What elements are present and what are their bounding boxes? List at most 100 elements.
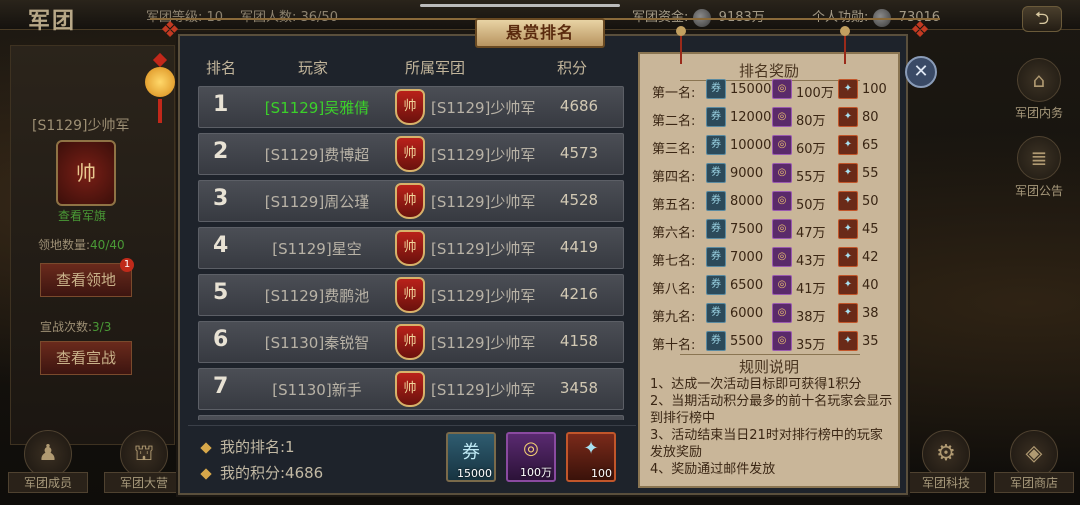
corner-ornament-icon: ❖ [160,18,180,43]
reward-row: 第八名: 券 6500 ◎ 41万 ✦ 40 [648,274,898,298]
player-name: [S1129]周公瑾 [264,193,370,211]
nav-legion-camp[interactable]: ⛫ 军团大营 [104,430,184,493]
gem-amount: 45 [862,222,879,237]
player-name: [S1129]吴雅倩 [264,99,370,117]
gem-reward[interactable]: ✦ 100 [566,432,616,482]
nav-legion-affairs[interactable]: ⌂ 军团内务 [1008,58,1070,121]
ticket-amount: 5500 [730,334,764,349]
reward-row: 第六名: 券 7500 ◎ 47万 ✦ 45 [648,218,898,242]
rule-item: 1、达成一次活动目标即可获得1积分 [650,377,862,392]
player-name: [S1130]秦锐智 [264,334,370,352]
column-guild: 所属军团 [405,59,466,77]
gem-icon: ✦ [838,275,858,295]
score-value: 3458 [559,379,599,397]
coin-icon: ◎ [772,303,792,323]
table-row[interactable] [198,415,624,420]
nav-label: 军团大营 [104,472,184,493]
tech-icon: ⚙ [922,430,970,478]
status-indicator-bar [420,4,620,7]
diamond-bullet-icon [200,467,212,480]
table-row[interactable]: 1 [S1129]吴雅倩 帅 [S1129]少帅军 4686 [198,86,624,128]
ticket-reward[interactable]: 券 15000 [446,432,496,482]
coin-amount: 55万 [796,170,826,185]
gem-amount: 35 [862,334,879,349]
player-name: [S1129]费博超 [264,146,370,164]
reward-row: 第十名: 券 5500 ◎ 35万 ✦ 35 [648,330,898,354]
my-score: 我的积分:4686 [200,462,324,483]
ticket-amount: 7500 [730,222,764,237]
reward-row: 第三名: 券 10000 ◎ 60万 ✦ 65 [648,134,898,158]
ticket-icon: 券 [462,442,480,463]
coin-icon: ◎ [772,247,792,267]
place-label: 第三名: [652,142,696,157]
table-row[interactable]: 5 [S1129]费鹏池 帅 [S1129]少帅军 4216 [198,274,624,316]
coin-icon: ◎ [772,219,792,239]
reward-amount: 100 [591,467,612,480]
place-label: 第五名: [652,198,696,213]
legion-badge-icon: 帅 [395,89,425,125]
declare-label: 宣战次数: [40,320,93,334]
gem-amount: 40 [862,278,879,293]
close-button[interactable]: ✕ [905,56,937,88]
table-row[interactable]: 3 [S1129]周公瑾 帅 [S1129]少帅军 4528 [198,180,624,222]
guild-name: [S1129]少帅军 [431,334,536,352]
coin-amount: 50万 [796,198,826,213]
coin-icon: ◎ [772,79,792,99]
declare-war-count: 宣战次数:3/3 [40,318,111,335]
corner-ornament-icon: ❖ [910,18,930,43]
rank-number: 1 [213,92,229,117]
coin-reward[interactable]: ◎ 100万 [506,432,556,482]
rule-item: 4、奖励通过邮件发放 [650,462,776,477]
view-territory-button[interactable]: 查看领地 [40,263,132,297]
ticket-amount: 10000 [730,138,772,153]
back-button[interactable]: ⮌ [1022,6,1062,32]
screen-title: 军团 [28,8,77,34]
ticket-icon: 券 [706,247,726,267]
place-label: 第二名: [652,114,696,129]
notice-icon: ≣ [1017,136,1061,180]
gem-amount: 100 [862,82,887,97]
nav-legion-tech[interactable]: ⚙ 军团科技 [906,430,986,493]
diamond-bullet-icon [200,441,212,454]
coin-amount: 60万 [796,142,826,157]
player-name: [S1130]新手 [272,381,362,399]
ranking-list[interactable]: 1 [S1129]吴雅倩 帅 [S1129]少帅军 4686 2 [S1129]… [188,80,636,420]
legion-badge-icon: 帅 [395,371,425,407]
legion-badge-icon: 帅 [395,136,425,172]
rank-rewards-panel: 排名奖励 第一名: 券 15000 ◎ 100万 ✦ 100 第二名: 券 12… [638,26,900,488]
view-flag-link[interactable]: 查看军旗 [58,207,106,224]
place-label: 第十名: [652,338,696,353]
gem-icon: ✦ [838,163,858,183]
building-icon: ⌂ [1017,58,1061,102]
table-row[interactable]: 6 [S1130]秦锐智 帅 [S1129]少帅军 4158 [198,321,624,363]
coin-amount: 47万 [796,226,826,241]
nav-legion-shop[interactable]: ◈ 军团商店 [994,430,1074,493]
legion-badge-icon: 帅 [395,324,425,360]
place-label: 第八名: [652,282,696,297]
my-rank: 我的排名:1 [200,436,295,457]
guild-name: [S1129]少帅军 [431,240,536,258]
table-row[interactable]: 2 [S1129]费博超 帅 [S1129]少帅军 4573 [198,133,624,175]
guild-name: [S1129]少帅军 [431,193,536,211]
my-ranking-summary: 我的排名:1 我的积分:4686 券 15000 ◎ 100万 ✦ 100 [188,425,636,491]
gem-amount: 55 [862,166,879,181]
my-score-text: 我的积分:4686 [220,464,324,482]
nav-legion-members[interactable]: ♟ 军团成员 [8,430,88,493]
place-label: 第六名: [652,226,696,241]
ticket-amount: 8000 [730,194,764,209]
coin-icon: ◎ [772,107,792,127]
table-row[interactable]: 4 [S1129]星空 帅 [S1129]少帅军 4419 [198,227,624,269]
declare-value: 3/3 [92,320,112,334]
score-value: 4686 [559,97,599,115]
legion-name: [S1129]少帅军 [32,118,130,134]
ticket-amount: 9000 [730,166,764,181]
table-row[interactable]: 7 [S1130]新手 帅 [S1129]少帅军 3458 [198,368,624,410]
view-declare-button[interactable]: 查看宣战 [40,341,132,375]
ticket-icon: 券 [706,219,726,239]
nav-legion-notice[interactable]: ≣ 军团公告 [1008,136,1070,199]
gem-icon: ✦ [838,219,858,239]
nav-label: 军团内务 [1014,106,1063,120]
rank-number: 5 [213,280,229,305]
legion-banner[interactable]: 帅 [56,140,116,206]
members-icon: ♟ [24,430,72,478]
